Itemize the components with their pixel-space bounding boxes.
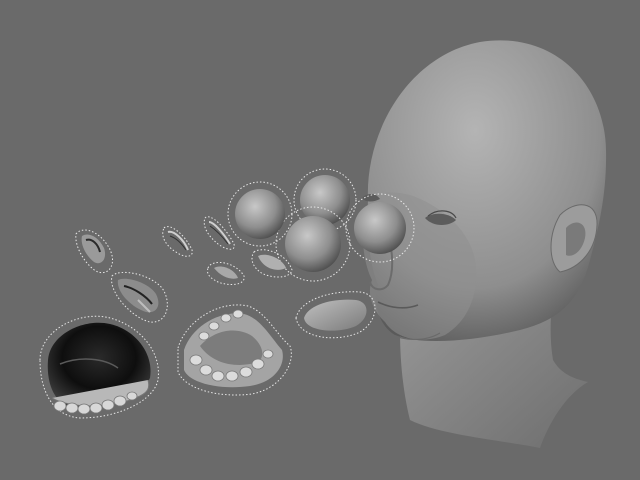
eyelash-piece-2[interactable] [111, 272, 168, 323]
viewport-canvas[interactable] [0, 0, 640, 480]
eyelash-piece-3[interactable] [162, 226, 193, 257]
upper-teeth-palate[interactable] [39, 315, 159, 419]
eyelash-piece-4[interactable] [203, 216, 235, 250]
eyelash-piece-5[interactable] [207, 261, 245, 285]
eyeball-middle[interactable] [275, 206, 351, 282]
3d-viewport[interactable] [0, 0, 640, 480]
tongue-mesh[interactable] [295, 291, 376, 339]
lower-teeth-gums[interactable] [177, 304, 292, 396]
eyeball-left[interactable] [227, 181, 293, 247]
eyelash-piece-1[interactable] [75, 229, 113, 274]
eyelash-piece-6[interactable] [251, 249, 293, 278]
